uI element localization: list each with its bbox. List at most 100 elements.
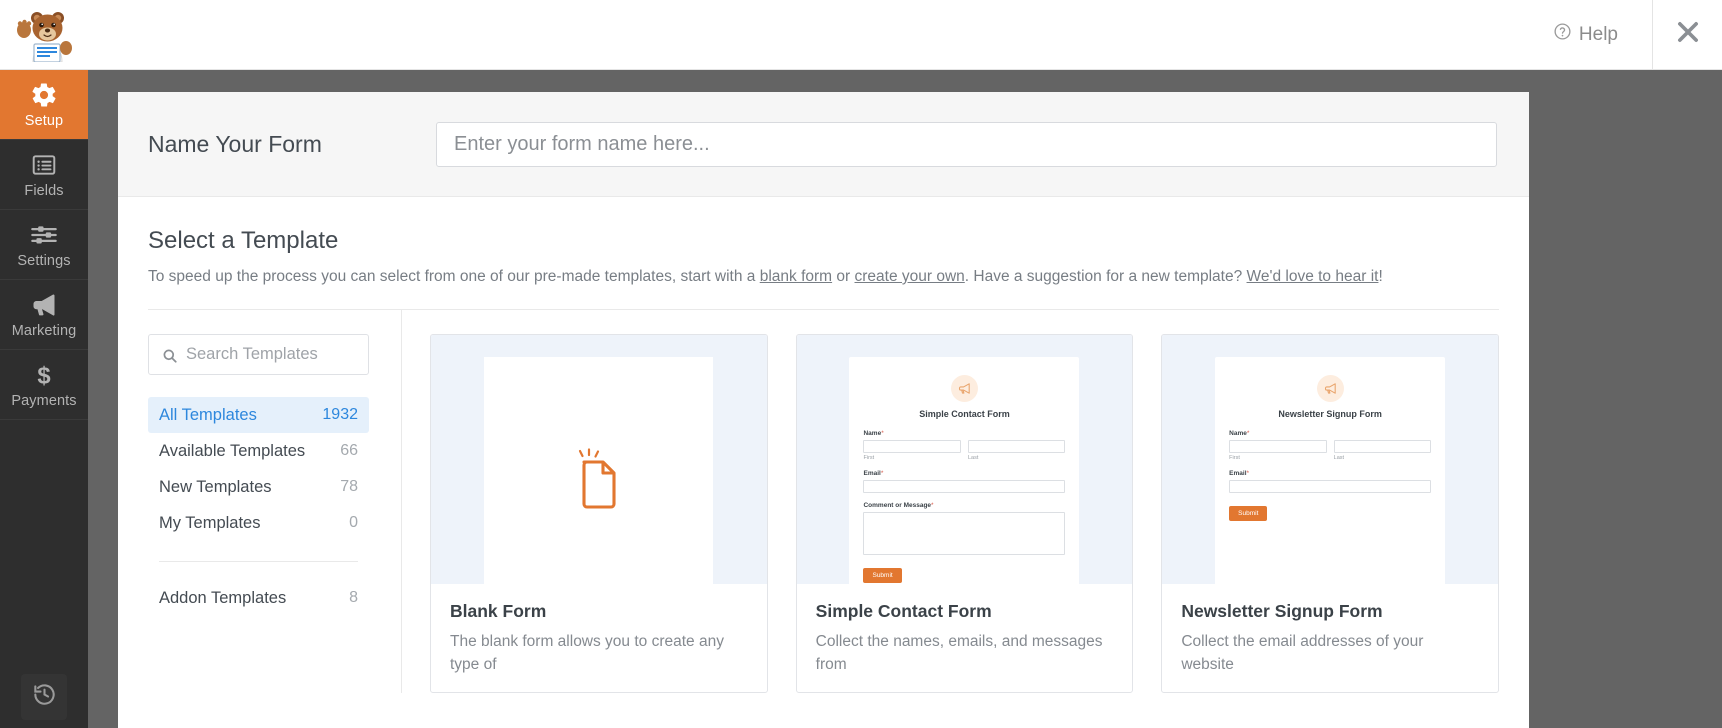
preview-form-title: Newsletter Signup Form bbox=[1278, 409, 1382, 420]
template-grid: Blank Form The blank form allows you to … bbox=[430, 334, 1499, 694]
preview-name-row: First Last bbox=[1229, 440, 1432, 462]
preview-sublabel-first: First bbox=[863, 455, 875, 462]
template-categories-column: All Templates 1932 Available Templates 6… bbox=[148, 310, 401, 693]
template-card-newsletter-signup-form[interactable]: Newsletter Signup Form Name* First Last … bbox=[1161, 334, 1499, 694]
category-label: My Templates bbox=[159, 513, 261, 532]
sidebar-item-setup[interactable]: Setup bbox=[0, 70, 88, 140]
preview-field-label: Comment or Message* bbox=[863, 502, 934, 510]
category-available-templates[interactable]: Available Templates 66 bbox=[148, 433, 369, 469]
sidebar-item-fields[interactable]: Fields bbox=[0, 140, 88, 210]
megaphone-icon bbox=[30, 290, 58, 320]
category-count: 66 bbox=[340, 442, 358, 460]
preview-field-message: Comment or Message* bbox=[863, 502, 1066, 556]
preview-form-title: Simple Contact Form bbox=[919, 409, 1010, 420]
category-label: All Templates bbox=[159, 405, 257, 424]
setup-panel: Name Your Form Select a Template To spee… bbox=[118, 92, 1529, 728]
list-icon bbox=[31, 150, 57, 180]
sidebar-item-label: Marketing bbox=[11, 323, 77, 339]
sidebar-item-settings[interactable]: Settings bbox=[0, 210, 88, 280]
category-list: All Templates 1932 Available Templates 6… bbox=[148, 397, 369, 541]
revisions-history-button[interactable] bbox=[21, 674, 67, 720]
template-name: Blank Form bbox=[450, 601, 547, 622]
blank-form-link[interactable]: blank form bbox=[760, 268, 832, 285]
desc-text-3: . Have a suggestion for a new template? bbox=[964, 268, 1247, 285]
form-name-input[interactable] bbox=[436, 121, 1497, 167]
blank-preview bbox=[484, 357, 714, 585]
search-input[interactable] bbox=[149, 335, 368, 375]
sidebar-item-marketing[interactable]: Marketing bbox=[0, 280, 88, 350]
template-meta: Newsletter Signup Form Collect the email… bbox=[1162, 584, 1498, 692]
create-your-own-link[interactable]: create your own bbox=[855, 268, 965, 285]
preview-textarea-message bbox=[863, 512, 1066, 556]
desc-text-1: To speed up the process you can select f… bbox=[148, 268, 760, 285]
template-card-blank-form[interactable]: Blank Form The blank form allows you to … bbox=[430, 334, 768, 694]
preview-field-email: Email* bbox=[863, 470, 1066, 494]
megaphone-icon bbox=[1316, 375, 1344, 403]
form-name-label: Name Your Form bbox=[148, 130, 322, 157]
templates-body: All Templates 1932 Available Templates 6… bbox=[118, 310, 1529, 694]
history-icon bbox=[32, 682, 57, 712]
category-label: Available Templates bbox=[159, 441, 306, 460]
category-count: 78 bbox=[340, 478, 358, 496]
template-meta: Blank Form The blank form allows you to … bbox=[431, 584, 767, 692]
sidebar-item-payments[interactable]: $ Payments bbox=[0, 350, 88, 420]
preview-field-label: Name* bbox=[863, 430, 884, 438]
form-preview: Newsletter Signup Form Name* First Last … bbox=[1215, 357, 1446, 585]
category-divider bbox=[159, 561, 358, 563]
template-card-simple-contact-form[interactable]: Simple Contact Form Name* First Last Ema… bbox=[795, 334, 1134, 694]
preview-field-label: Email* bbox=[863, 470, 884, 478]
sliders-icon bbox=[30, 220, 58, 250]
preview-name-row: First Last bbox=[863, 440, 1066, 462]
preview-field-label: Name* bbox=[1229, 430, 1250, 438]
preview-sublabel-first: First bbox=[1229, 455, 1240, 462]
search-icon bbox=[162, 335, 178, 376]
category-count: 0 bbox=[349, 514, 358, 532]
template-name: Newsletter Signup Form bbox=[1181, 601, 1383, 622]
template-thumbnail: Simple Contact Form Name* First Last Ema… bbox=[796, 335, 1133, 585]
addon-category-list: Addon Templates 8 bbox=[148, 580, 369, 616]
template-name: Simple Contact Form bbox=[815, 601, 992, 622]
question-circle-icon bbox=[1553, 22, 1572, 47]
close-builder-button[interactable] bbox=[1652, 0, 1722, 70]
category-my-templates[interactable]: My Templates 0 bbox=[148, 505, 369, 541]
sidebar-item-label: Setup bbox=[24, 113, 64, 129]
template-thumbnail: Newsletter Signup Form Name* First Last … bbox=[1162, 335, 1498, 585]
builder-sidebar: Setup Fields Settings Marketing $ Paymen… bbox=[0, 0, 88, 728]
svg-text:$: $ bbox=[37, 363, 50, 389]
wpforms-logo bbox=[0, 0, 88, 70]
category-label: Addon Templates bbox=[159, 588, 287, 607]
builder-topbar: Help bbox=[88, 0, 1722, 70]
desc-text-4: ! bbox=[1378, 268, 1383, 285]
category-addon-templates[interactable]: Addon Templates 8 bbox=[148, 580, 369, 616]
blank-document-icon bbox=[573, 448, 625, 515]
page-title: Select a Template bbox=[148, 227, 339, 254]
category-count: 1932 bbox=[322, 406, 358, 424]
preview-input-first bbox=[1229, 440, 1327, 454]
preview-input-email bbox=[863, 480, 1066, 494]
preview-sublabel-last: Last bbox=[967, 455, 979, 462]
preview-field-name: Name* First Last bbox=[863, 430, 1066, 462]
preview-input-last bbox=[967, 440, 1066, 454]
template-blurb: The blank form allows you to create any … bbox=[450, 633, 724, 673]
category-new-templates[interactable]: New Templates 78 bbox=[148, 469, 369, 505]
preview-field-label: Email* bbox=[1229, 470, 1250, 478]
suggest-template-link[interactable]: We'd love to hear it bbox=[1247, 268, 1379, 285]
help-button[interactable]: Help bbox=[1553, 22, 1652, 47]
form-preview: Simple Contact Form Name* First Last Ema… bbox=[849, 357, 1080, 585]
search-templates-field[interactable] bbox=[148, 334, 369, 376]
template-blurb: Collect the names, emails, and messages … bbox=[815, 633, 1103, 673]
sidebar-item-label: Settings bbox=[17, 253, 71, 269]
template-meta: Simple Contact Form Collect the names, e… bbox=[797, 584, 1133, 692]
preview-submit-button: Submit bbox=[863, 568, 902, 584]
template-grid-column: Blank Form The blank form allows you to … bbox=[401, 310, 1499, 694]
form-builder-screen: Setup Fields Settings Marketing $ Paymen… bbox=[0, 0, 1722, 728]
template-thumbnail bbox=[431, 335, 767, 585]
category-count: 8 bbox=[349, 589, 358, 607]
preview-field-name: Name* First Last bbox=[1229, 430, 1432, 462]
preview-field-email: Email* bbox=[1229, 470, 1432, 494]
preview-input-last bbox=[1333, 440, 1432, 454]
category-all-templates[interactable]: All Templates 1932 bbox=[148, 397, 369, 434]
megaphone-icon bbox=[950, 375, 978, 403]
category-label: New Templates bbox=[159, 477, 272, 496]
preview-input-first bbox=[863, 440, 961, 454]
